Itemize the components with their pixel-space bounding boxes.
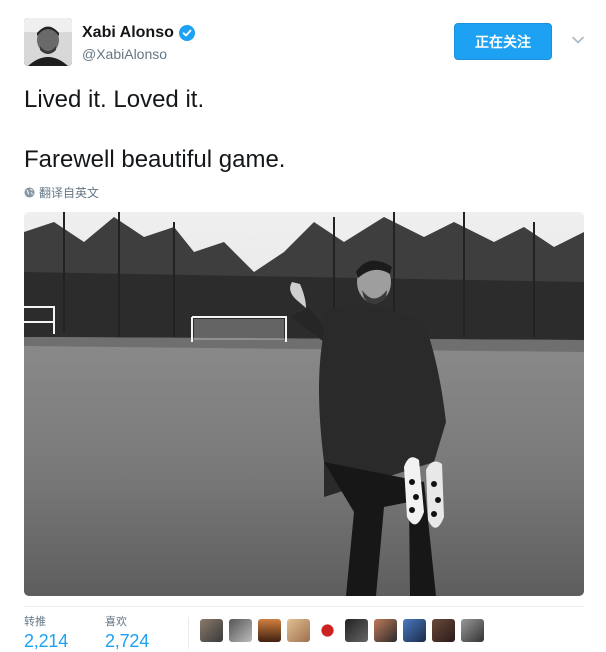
liker-avatar[interactable] (316, 619, 339, 642)
translate-link[interactable]: 翻译自英文 (24, 184, 99, 201)
liker-avatar[interactable] (287, 619, 310, 642)
author-name-block: Xabi Alonso @XabiAlonso (82, 24, 195, 62)
globe-icon (24, 187, 35, 198)
likes-stat[interactable]: 喜欢 2,724 (105, 613, 149, 652)
liker-avatar[interactable] (374, 619, 397, 642)
author-avatar[interactable] (24, 18, 72, 66)
author-handle[interactable]: @XabiAlonso (82, 46, 195, 62)
liker-avatar[interactable] (432, 619, 455, 642)
stats-divider (188, 617, 189, 649)
likes-count: 2,724 (105, 631, 150, 651)
tweet-stats: 转推 2,214 喜欢 2,724 (24, 606, 584, 652)
tweet-header: Xabi Alonso @XabiAlonso 正在关注 (24, 18, 584, 68)
chevron-down-icon[interactable] (571, 33, 585, 47)
author-display-name[interactable]: Xabi Alonso (82, 24, 174, 42)
tweet-text: Lived it. Loved it. Farewell beautiful g… (24, 84, 584, 176)
liker-avatar[interactable] (403, 619, 426, 642)
tweet-photo[interactable] (24, 212, 584, 596)
likers-avatars (200, 619, 490, 642)
liker-avatar[interactable] (229, 619, 252, 642)
retweets-count: 2,214 (24, 631, 69, 651)
liker-avatar[interactable] (345, 619, 368, 642)
verified-badge-icon (178, 25, 195, 41)
retweets-stat[interactable]: 转推 2,214 (24, 613, 68, 652)
liker-avatar[interactable] (200, 619, 223, 642)
retweets-label: 转推 (24, 616, 46, 628)
liker-avatar[interactable] (258, 619, 281, 642)
tweet-text-line-2: Farewell beautiful game. (24, 146, 286, 173)
following-button[interactable]: 正在关注 (454, 23, 552, 60)
translate-label: 翻译自英文 (39, 186, 100, 200)
tweet-text-line-1: Lived it. Loved it. (24, 86, 205, 113)
liker-avatar[interactable] (461, 619, 484, 642)
likes-label: 喜欢 (105, 616, 127, 628)
